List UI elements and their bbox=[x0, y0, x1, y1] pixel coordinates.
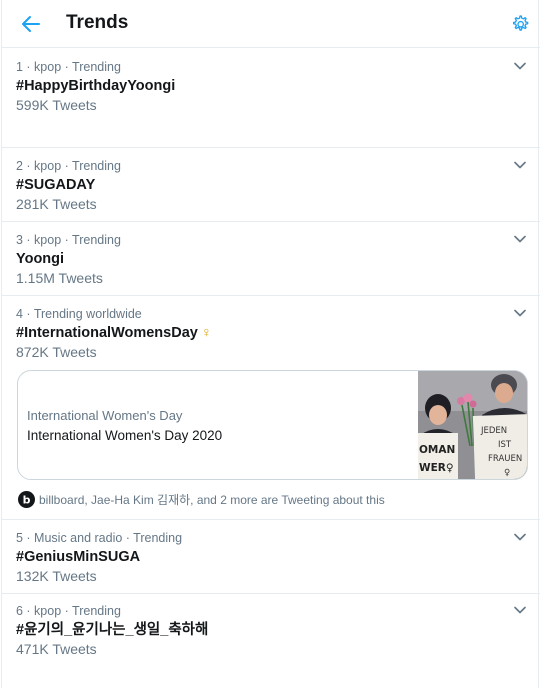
trends-panel: Trends 1 · kpop · Trending #HappyBirthda… bbox=[1, 0, 540, 688]
trend-meta: 4 · Trending worldwide bbox=[16, 307, 142, 321]
female-sign-emoji: ♀ bbox=[200, 325, 212, 341]
trend-name: #윤기의_윤기나는_생일_축하해 bbox=[16, 622, 209, 638]
trend-menu-button[interactable] bbox=[511, 530, 529, 544]
svg-text:JEDEN: JEDEN bbox=[480, 426, 507, 436]
chevron-down-icon bbox=[514, 533, 526, 541]
trend-menu-button[interactable] bbox=[511, 603, 529, 617]
trend-name: #GeniusMinSUGA bbox=[16, 549, 141, 565]
trend-meta: 6 · kpop · Trending bbox=[16, 604, 121, 618]
trend-meta: 2 · kpop · Trending bbox=[16, 159, 121, 173]
trend-name: #HappyBirthdayYoongi bbox=[16, 78, 176, 94]
trend-count: 1.15M Tweets bbox=[16, 270, 103, 286]
settings-button[interactable] bbox=[506, 11, 534, 37]
trend-count: 132K Tweets bbox=[16, 568, 97, 584]
svg-text:b: b bbox=[23, 493, 31, 506]
trend-item[interactable]: 1 · kpop · Trending #HappyBirthdayYoongi… bbox=[2, 48, 540, 148]
trend-meta: 3 · kpop · Trending bbox=[16, 233, 121, 247]
trend-count: 471K Tweets bbox=[16, 641, 97, 657]
trend-name: Yoongi bbox=[16, 251, 65, 267]
trend-menu-button[interactable] bbox=[511, 306, 529, 320]
trend-count: 599K Tweets bbox=[16, 97, 97, 113]
svg-text:WER♀: WER♀ bbox=[419, 462, 454, 474]
svg-text:IST: IST bbox=[498, 440, 512, 450]
header: Trends bbox=[2, 0, 540, 48]
trend-menu-button[interactable] bbox=[511, 158, 529, 172]
svg-text:♀: ♀ bbox=[504, 468, 510, 478]
arrow-left-icon bbox=[22, 16, 40, 32]
chevron-down-icon bbox=[514, 606, 526, 614]
trend-meta: 5 · Music and radio · Trending bbox=[16, 531, 183, 545]
trend-item[interactable]: 2 · kpop · Trending #SUGADAY 281K Tweets bbox=[2, 148, 540, 222]
chevron-down-icon bbox=[514, 62, 526, 70]
chevron-down-icon bbox=[514, 309, 526, 317]
trend-name-text: #InternationalWomensDay bbox=[16, 325, 198, 341]
trend-item[interactable]: 4 · Trending worldwide #InternationalWom… bbox=[2, 296, 540, 520]
trend-item[interactable]: 5 · Music and radio · Trending #GeniusMi… bbox=[2, 520, 540, 594]
billboard-avatar-icon: b bbox=[18, 490, 35, 508]
trend-meta: 1 · kpop · Trending bbox=[16, 60, 121, 74]
chevron-down-icon bbox=[514, 161, 526, 169]
trend-item[interactable]: 6 · kpop · Trending #윤기의_윤기나는_생일_축하해 471… bbox=[2, 594, 540, 688]
event-card[interactable]: International Women's Day International … bbox=[17, 370, 528, 480]
page-title: Trends bbox=[66, 12, 129, 33]
card-title: International Women's Day 2020 bbox=[27, 428, 223, 443]
tweeting-text: billboard, Jae-Ha Kim 김재하, and 2 more ar… bbox=[39, 492, 385, 507]
trend-item[interactable]: 3 · kpop · Trending Yoongi 1.15M Tweets bbox=[2, 222, 540, 296]
gear-icon bbox=[513, 15, 529, 31]
trend-count: 872K Tweets bbox=[16, 344, 97, 360]
trend-menu-button[interactable] bbox=[511, 59, 529, 73]
trend-count: 281K Tweets bbox=[16, 196, 97, 212]
trend-name: #SUGADAY bbox=[16, 177, 96, 193]
chevron-down-icon bbox=[514, 235, 526, 243]
event-photo: OMAN WER♀ JEDEN IST FRAUEN ♀ bbox=[418, 371, 527, 479]
trend-name: #InternationalWomensDay ♀ bbox=[16, 324, 212, 342]
back-button[interactable] bbox=[16, 10, 46, 38]
card-source: International Women's Day bbox=[27, 408, 183, 423]
tweeting-about[interactable]: b billboard, Jae-Ha Kim 김재하, and 2 more … bbox=[18, 490, 385, 508]
svg-text:FRAUEN: FRAUEN bbox=[488, 454, 522, 464]
trend-menu-button[interactable] bbox=[511, 232, 529, 246]
svg-text:OMAN: OMAN bbox=[419, 444, 455, 456]
